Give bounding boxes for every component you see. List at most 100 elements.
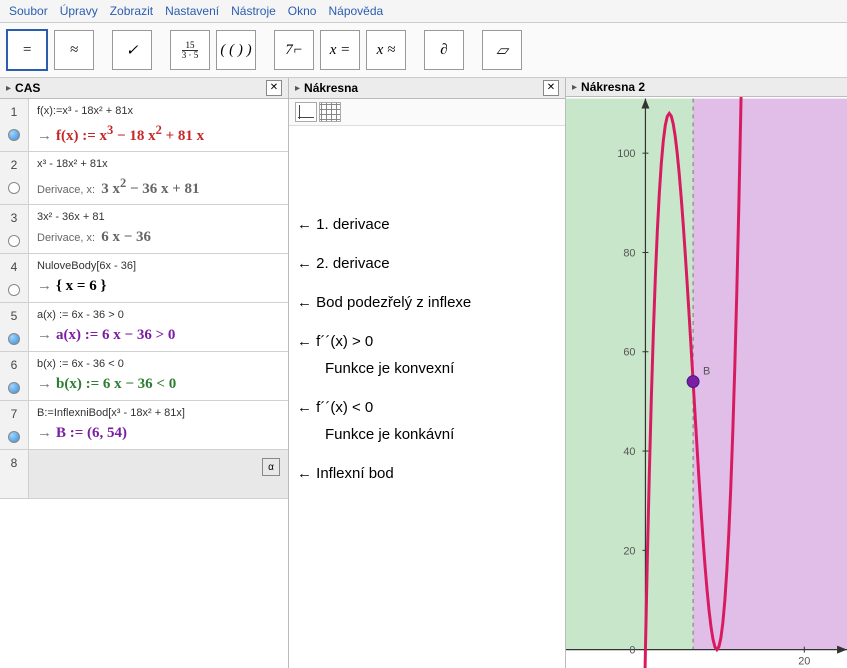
visibility-toggle-icon[interactable] [8,129,20,141]
graphics1-body[interactable]: ← 1. derivace← 2. derivace← Bod podezřel… [289,126,565,668]
cas-row-1[interactable]: 1 f(x):=x³ - 18x² + 81x →f(x) := x3 − 18 x… [0,99,288,152]
annotation-2: ← 2. derivace [297,253,557,274]
visibility-toggle-icon[interactable] [8,382,20,394]
cas-panel: ▸ CAS ✕ 1 f(x):=x³ - 18x² + 81x →f(x) := x… [0,78,289,668]
graphics2-title: Nákresna 2 [581,80,645,94]
cas-body: 1 f(x):=x³ - 18x² + 81x →f(x) := x3 − 18 x… [0,99,288,668]
point-B-label: B [703,366,710,378]
cas-row-number: 1 [0,99,29,151]
tool-paren[interactable]: ( ( ) ) [216,30,256,70]
tool-check[interactable]: ✓ [112,30,152,70]
menu-item-nastavení[interactable]: Nastavení [162,3,222,19]
collapse-icon[interactable]: ▸ [6,83,11,94]
cas-row-5[interactable]: 5a(x) := 6x - 36 > 0→a(x) := 6 x − 36 > … [0,303,288,352]
cas-cell[interactable]: 3x² - 36x + 81 Derivace, x: 6 x − 36 [29,205,288,253]
graphics1-header[interactable]: ▸ Nákresna ✕ [289,78,565,99]
cas-cell[interactable]: b(x) := 6x - 36 < 0→b(x) := 6 x − 36 < 0 [29,352,288,400]
annotation-text: ← f´´(x) > 0 [297,331,557,352]
annotation-text: ← f´´(x) < 0 [297,397,557,418]
cas-input: NuloveBody[6x - 36] [37,260,280,272]
alpha-button[interactable]: α [262,458,280,476]
tool-eraser[interactable]: ▱ [482,30,522,70]
point-B[interactable] [687,376,699,388]
toolbar: =≈ ✓ 153 · 5( ( ) ) 7⌐x =x ≈ ∂ ▱ [0,23,847,78]
panels-container: ▸ CAS ✕ 1 f(x):=x³ - 18x² + 81x →f(x) := x… [0,78,847,668]
cas-input: B:=InflexniBod[x³ - 18x² + 81x] [37,407,280,419]
grid-icon[interactable] [319,102,341,122]
axes-icon[interactable] [295,102,317,122]
visibility-toggle-icon[interactable] [8,284,20,296]
menu-item-nástroje[interactable]: Nástroje [228,3,279,19]
cas-cell[interactable]: B:=InflexniBod[x³ - 18x² + 81x] →B := (6,… [29,401,288,449]
cas-sublabel: Derivace, x: 6 x − 36 [37,229,280,246]
graphics2-body[interactable]: 0 20 40 60 80 100 20 B [566,97,847,668]
cas-row-4[interactable]: 4 NuloveBody[6x - 36] →{ x = 6 } [0,254,288,303]
tool-equals[interactable]: = [6,29,48,71]
visibility-toggle-icon[interactable] [8,333,20,345]
tool-approx[interactable]: ≈ [54,30,94,70]
tool-xapprox[interactable]: x ≈ [366,30,406,70]
cas-row-7[interactable]: 7B:=InflexniBod[x³ - 18x² + 81x]→B := (6… [0,401,288,450]
svg-text:80: 80 [623,247,635,259]
tool-angle[interactable]: 7⌐ [274,30,314,70]
graphics1-title: Nákresna [304,81,358,95]
annotation-3: ← Bod podezřelý z inflexe [297,292,557,313]
close-icon[interactable]: ✕ [266,80,282,96]
visibility-toggle-icon[interactable] [8,235,20,247]
concave-region [693,99,847,650]
menu-item-úpravy[interactable]: Úpravy [57,3,101,19]
menu-item-nápověda[interactable]: Nápověda [325,3,386,19]
cas-row-number: 6 [0,352,29,400]
cas-input: 3x² - 36x + 81 [37,211,280,223]
cas-input: b(x) := 6x - 36 < 0 [37,358,280,370]
annotation-text: ← 2. derivace [297,253,557,274]
svg-text:40: 40 [623,446,635,458]
cas-output: →B := (6, 54) [37,425,280,442]
cas-sublabel: Derivace, x: 3 x2 − 36 x + 81 [37,176,280,198]
cas-input: a(x) := 6x - 36 > 0 [37,309,280,321]
cas-header[interactable]: ▸ CAS ✕ [0,78,288,99]
graphics2-header[interactable]: ▸ Nákresna 2 [566,78,847,97]
cas-row-8[interactable]: 8α [0,450,288,499]
cas-row-number: 4 [0,254,29,302]
cas-row-3[interactable]: 3 3x² - 36x + 81 Derivace, x: 6 x − 36 [0,205,288,254]
svg-text:60: 60 [623,347,635,359]
svg-text:0: 0 [629,645,635,657]
visibility-toggle-icon[interactable] [8,431,20,443]
tool-deriv[interactable]: ∂ [424,30,464,70]
cas-row-2[interactable]: 2x³ - 18x² + 81xDerivace, x: 3 x2 − 36 x… [0,152,288,205]
svg-text:100: 100 [617,148,635,160]
annotation-subtext: Funkce je konvexní [325,358,557,379]
cas-cell[interactable]: NuloveBody[6x - 36] →{ x = 6 } [29,254,288,302]
collapse-icon[interactable]: ▸ [295,83,300,94]
close-icon[interactable]: ✕ [543,80,559,96]
cas-title: CAS [15,81,40,95]
cas-cell[interactable]: α [29,450,288,498]
menu-bar: Soubor Úpravy Zobrazit Nastavení Nástroje Okn… [0,0,847,23]
cas-input: f(x):=x³ - 18x² + 81x [37,105,280,117]
menu-item-soubor[interactable]: Soubor [6,3,51,19]
cas-row-number: 3 [0,205,29,253]
svg-text:20: 20 [623,545,635,557]
cas-cell[interactable]: f(x):=x³ - 18x² + 81x →f(x) := x3 − 18 x2… [29,99,288,151]
menu-item-zobrazit[interactable]: Zobrazit [107,3,156,19]
tool-xeq[interactable]: x = [320,30,360,70]
cas-output: →f(x) := x3 − 18 x2 + 81 x [37,123,280,145]
cas-cell[interactable]: a(x) := 6x - 36 > 0→a(x) := 6 x − 36 > 0 [29,303,288,351]
annotation-6: ← Inflexní bod [297,463,557,484]
svg-text:20: 20 [798,656,810,668]
cas-cell[interactable]: x³ - 18x² + 81xDerivace, x: 3 x2 − 36 x … [29,152,288,204]
annotation-text: ← Bod podezřelý z inflexe [297,292,557,313]
graphics2-panel: ▸ Nákresna 2 0 20 [566,78,847,668]
menu-item-okno[interactable]: Okno [285,3,320,19]
tool-frac[interactable]: 153 · 5 [170,30,210,70]
annotation-text: ← Inflexní bod [297,463,557,484]
cas-output: →{ x = 6 } [37,278,280,295]
annotation-5: ← f´´(x) < 0Funkce je konkávní [297,397,557,445]
cas-row-6[interactable]: 6b(x) := 6x - 36 < 0→b(x) := 6 x − 36 < … [0,352,288,401]
visibility-toggle-icon[interactable] [8,182,20,194]
collapse-icon[interactable]: ▸ [572,82,577,93]
cas-row-number: 2 [0,152,29,204]
cas-row-number: 5 [0,303,29,351]
graphics1-panel: ▸ Nákresna ✕ ← 1. derivace← 2. derivace←… [289,78,566,668]
